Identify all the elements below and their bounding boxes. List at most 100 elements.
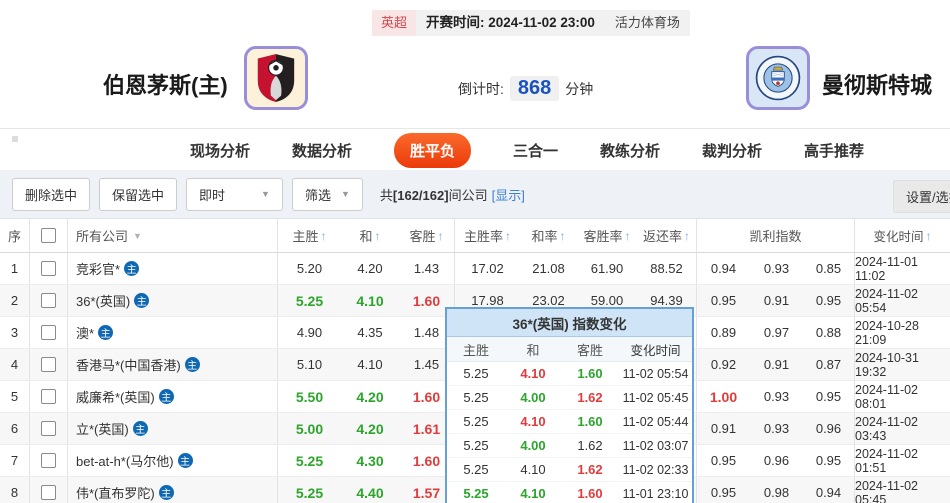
home-team-logo bbox=[244, 46, 308, 110]
header-away-odds[interactable]: 客胜↑ bbox=[399, 219, 455, 252]
popup-header-time: 变化时间 bbox=[619, 340, 692, 359]
popup-header-away: 客胜 bbox=[561, 340, 619, 359]
home-odds: 5.25 bbox=[278, 445, 341, 476]
tab-referee-analysis[interactable]: 裁判分析 bbox=[702, 140, 762, 161]
chevron-down-icon: ▼ bbox=[133, 231, 142, 241]
draw-odds: 4.20 bbox=[341, 253, 399, 284]
header-draw-rate-label: 和率 bbox=[531, 226, 557, 245]
count-prefix: 共 bbox=[380, 188, 393, 203]
header-home-odds[interactable]: 主胜↑ bbox=[278, 219, 341, 252]
home-badge-icon: 主 bbox=[124, 261, 139, 276]
kelly-away: 0.94 bbox=[803, 477, 855, 503]
row-checkbox-cell bbox=[30, 445, 68, 476]
table-header-row: 序 所有公司▼ 主胜↑ 和↑ 客胜↑ 主胜率↑ 和率↑ 客胜率↑ 返还率↑ 凯利… bbox=[0, 219, 950, 253]
settings-select-button[interactable]: 设置/选择 bbox=[893, 180, 950, 213]
row-checkbox[interactable] bbox=[41, 453, 56, 468]
row-checkbox[interactable] bbox=[41, 485, 56, 500]
company-count: 共[162/162]间公司[显示] bbox=[380, 185, 525, 204]
return-rate: 88.52 bbox=[637, 253, 697, 284]
company-name: 竞彩官* bbox=[76, 259, 120, 278]
change-time: 2024-11-02 05:45 bbox=[855, 477, 950, 503]
header-change-time[interactable]: 变化时间↑ bbox=[855, 219, 950, 252]
row-checkbox[interactable] bbox=[41, 293, 56, 308]
change-time: 2024-11-02 05:54 bbox=[855, 285, 950, 316]
tab-live-analysis[interactable]: 现场分析 bbox=[190, 140, 250, 161]
row-checkbox[interactable] bbox=[41, 357, 56, 372]
home-odds: 5.20 bbox=[278, 253, 341, 284]
home-odds: 5.25 bbox=[278, 285, 341, 316]
company-cell[interactable]: 澳*主 bbox=[68, 317, 278, 348]
change-time: 2024-11-02 03:43 bbox=[855, 413, 950, 444]
row-checkbox-cell bbox=[30, 317, 68, 348]
popup-change-time: 11-02 05:54 bbox=[619, 367, 692, 381]
row-checkbox-cell bbox=[30, 349, 68, 380]
table-row: 1 竞彩官*主 5.20 4.20 1.43 17.02 21.08 61.90… bbox=[0, 253, 950, 285]
draw-odds: 4.20 bbox=[341, 381, 399, 412]
company-name: 威廉希*(英国) bbox=[76, 387, 155, 406]
company-cell[interactable]: 竞彩官* 主 bbox=[68, 253, 278, 284]
popup-draw-odds: 4.00 bbox=[505, 438, 561, 453]
kelly-home: 0.95 bbox=[697, 477, 750, 503]
company-cell[interactable]: bet-at-h*(马尔他)主 bbox=[68, 445, 278, 476]
tab-coach-analysis[interactable]: 教练分析 bbox=[600, 140, 660, 161]
select-all-checkbox[interactable] bbox=[41, 228, 56, 243]
company-name: 立*(英国) bbox=[76, 419, 129, 438]
tab-three-in-one[interactable]: 三合一 bbox=[513, 140, 558, 161]
kelly-home: 0.95 bbox=[697, 445, 750, 476]
tab-data-analysis[interactable]: 数据分析 bbox=[292, 140, 352, 161]
countdown: 倒计时: 868 分钟 bbox=[458, 76, 593, 101]
delete-selected-button[interactable]: 删除选中 bbox=[12, 178, 90, 211]
tab-expert-picks[interactable]: 高手推荐 bbox=[804, 140, 864, 161]
popup-row: 5.25 4.10 1.60 11-02 05:44 bbox=[447, 410, 692, 434]
header-company[interactable]: 所有公司▼ bbox=[68, 219, 278, 252]
header-draw-odds[interactable]: 和↑ bbox=[341, 219, 399, 252]
sort-up-icon: ↑ bbox=[438, 229, 444, 243]
header-away-rate[interactable]: 客胜率↑ bbox=[577, 219, 637, 252]
tab-win-draw-lose[interactable]: 胜平负 bbox=[394, 133, 471, 168]
change-time: 2024-11-01 11:02 bbox=[855, 253, 950, 284]
kelly-home: 0.91 bbox=[697, 413, 750, 444]
instant-dropdown[interactable]: 即时▼ bbox=[186, 178, 283, 211]
table-toolbar: 删除选中 保留选中 即时▼ 筛选▼ 共[162/162]间公司[显示] 设置/选… bbox=[0, 170, 950, 218]
home-badge-icon: 主 bbox=[159, 485, 174, 500]
company-cell[interactable]: 威廉希*(英国) 主 bbox=[68, 381, 278, 412]
company-cell[interactable]: 香港马*(中国香港) 主 bbox=[68, 349, 278, 380]
home-odds: 4.90 bbox=[278, 317, 341, 348]
sort-up-icon: ↑ bbox=[560, 229, 566, 243]
popup-title: 36*(英国) 指数变化 bbox=[447, 309, 692, 337]
home-rate: 17.02 bbox=[455, 253, 520, 284]
sort-up-icon: ↑ bbox=[625, 229, 631, 243]
kelly-draw: 0.96 bbox=[750, 445, 803, 476]
company-cell[interactable]: 36*(英国)主 bbox=[68, 285, 278, 316]
popup-home-odds: 5.25 bbox=[447, 414, 505, 429]
show-link[interactable]: [显示] bbox=[492, 188, 525, 203]
row-checkbox[interactable] bbox=[41, 261, 56, 276]
keep-selected-button[interactable]: 保留选中 bbox=[99, 178, 177, 211]
kelly-home: 0.95 bbox=[697, 285, 750, 316]
sort-up-icon: ↑ bbox=[375, 229, 381, 243]
home-badge-icon: 主 bbox=[185, 357, 200, 372]
company-name: 澳* bbox=[76, 323, 94, 342]
match-info-bar: 英超 开赛时间: 2024-11-02 23:00 活力体育场 bbox=[372, 10, 690, 36]
bournemouth-crest-icon bbox=[254, 53, 298, 103]
popup-row: 5.25 4.10 1.60 11-01 23:10 bbox=[447, 482, 692, 503]
company-cell[interactable]: 伟*(直布罗陀)主 bbox=[68, 477, 278, 503]
row-checkbox[interactable] bbox=[41, 389, 56, 404]
header-home-rate[interactable]: 主胜率↑ bbox=[455, 219, 520, 252]
row-checkbox[interactable] bbox=[41, 325, 56, 340]
kelly-draw: 0.91 bbox=[750, 349, 803, 380]
away-team-name: 曼彻斯特城 bbox=[822, 68, 932, 100]
row-checkbox[interactable] bbox=[41, 421, 56, 436]
popup-home-odds: 5.25 bbox=[447, 438, 505, 453]
header-kelly-index: 凯利指数 bbox=[697, 219, 855, 252]
company-cell[interactable]: 立*(英国)主 bbox=[68, 413, 278, 444]
league-badge: 英超 bbox=[372, 10, 416, 36]
home-badge-icon: 主 bbox=[159, 389, 174, 404]
popup-away-odds: 1.62 bbox=[561, 438, 619, 453]
header-draw-rate[interactable]: 和率↑ bbox=[520, 219, 577, 252]
popup-home-odds: 5.25 bbox=[447, 486, 505, 501]
header-checkbox-cell bbox=[30, 219, 68, 252]
header-return-rate[interactable]: 返还率↑ bbox=[637, 219, 697, 252]
company-name: 香港马*(中国香港) bbox=[76, 355, 181, 374]
filter-dropdown[interactable]: 筛选▼ bbox=[292, 178, 363, 211]
